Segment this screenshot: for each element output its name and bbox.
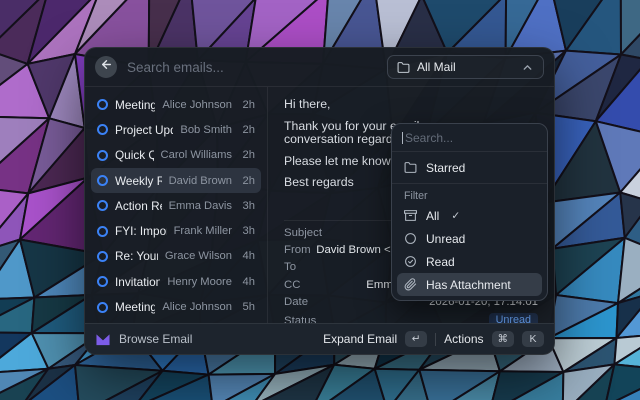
email-list-item[interactable]: Meeting Follo... Alice Johnson 2h: [91, 92, 261, 117]
email-subject: Meeting Follo...: [115, 300, 155, 314]
folder-icon: [397, 61, 410, 74]
detail-row-status: Status Unread: [284, 310, 538, 323]
email-list-item[interactable]: FYI: Important N... Frank Miller 3h: [91, 218, 261, 243]
menu-item-filter-read[interactable]: Read: [397, 250, 542, 273]
main-area: Meeting Follo... Alice Johnson 2h Projec…: [85, 87, 554, 323]
email-list-item[interactable]: Meeting Follo... Alice Johnson 5h: [91, 294, 261, 319]
actions-button[interactable]: Actions: [444, 332, 483, 346]
email-subject: FYI: Important N...: [115, 224, 167, 238]
unread-dot-icon: [97, 175, 108, 186]
email-sender: Alice Johnson: [162, 301, 232, 313]
email-list-item[interactable]: Invitation: Tea... Henry Moore 4h: [91, 269, 261, 294]
email-time: 3h: [239, 225, 255, 237]
email-time: 3h: [239, 200, 255, 212]
email-time: 2h: [239, 149, 255, 161]
app-label: Browse Email: [119, 332, 192, 346]
email-subject: Weekly Report: [115, 174, 162, 188]
menu-item-starred[interactable]: Starred: [397, 156, 542, 179]
detail-label: Subject: [284, 227, 322, 239]
email-sender: Grace Wilson: [165, 250, 232, 262]
menu-item-filter-has-attachment[interactable]: Has Attachment: [397, 273, 542, 296]
email-time: 4h: [239, 276, 255, 288]
email-sender: David Brown: [169, 175, 232, 187]
circle-icon: [404, 232, 417, 245]
detail-label: To: [284, 261, 296, 273]
footer-divider: [435, 333, 436, 346]
email-browser-window: Search emails... All Mail Meeting Follo.…: [84, 47, 555, 355]
unread-dot-icon: [97, 276, 108, 287]
enter-keycap: ↵: [405, 331, 427, 347]
mailbox-dropdown-button[interactable]: All Mail: [387, 55, 544, 79]
email-time: 5h: [239, 301, 255, 313]
footer-actions: Expand Email ↵ Actions ⌘ K: [323, 331, 544, 347]
paperclip-icon: [404, 278, 417, 291]
menu-item-label: All: [426, 209, 439, 223]
header-bar: Search emails... All Mail: [85, 48, 554, 87]
k-keycap: K: [522, 331, 544, 347]
dropdown-filter-section: Filter All ✓ Unread: [392, 184, 547, 300]
back-button[interactable]: [95, 56, 117, 78]
email-list-item-selected[interactable]: Weekly Report David Brown 2h: [91, 168, 261, 193]
preview-greeting: Hi there,: [284, 98, 538, 112]
mailbox-filter-dropdown: Search... Starred Filter All ✓: [391, 123, 548, 301]
email-list: Meeting Follo... Alice Johnson 2h Projec…: [85, 87, 268, 323]
unread-dot-icon: [97, 200, 108, 211]
cmd-keycap: ⌘: [492, 331, 515, 347]
menu-item-label: Has Attachment: [426, 278, 511, 292]
filter-heading: Filter: [397, 184, 542, 204]
email-time: 4h: [239, 250, 255, 262]
folder-icon: [404, 161, 417, 174]
email-subject: Action Required: [115, 199, 162, 213]
check-icon: ✓: [451, 210, 460, 222]
archive-icon: [404, 209, 417, 222]
unread-dot-icon: [97, 226, 108, 237]
search-input[interactable]: Search emails...: [127, 60, 377, 75]
text-caret: [402, 132, 403, 144]
menu-item-filter-all[interactable]: All ✓: [397, 204, 542, 227]
email-subject: Re: Your Requ...: [115, 249, 158, 263]
detail-label: From: [284, 244, 311, 256]
email-time: 2h: [239, 175, 255, 187]
footer-bar: Browse Email Expand Email ↵ Actions ⌘ K: [85, 323, 554, 354]
email-sender: Frank Miller: [174, 225, 232, 237]
mailbox-label: All Mail: [417, 60, 456, 74]
email-list-item[interactable]: Action Required Emma Davis 3h: [91, 193, 261, 218]
dropdown-search-placeholder: Search...: [405, 131, 453, 145]
dropdown-search-input[interactable]: Search...: [392, 124, 547, 152]
email-list-item[interactable]: Project Update Bob Smith 2h: [91, 117, 261, 142]
detail-label: CC: [284, 279, 300, 291]
unread-dot-icon: [97, 150, 108, 161]
email-subject: Quick Question: [115, 148, 154, 162]
detail-label: Date: [284, 296, 308, 308]
unread-dot-icon: [97, 302, 108, 313]
menu-item-label: Starred: [426, 161, 465, 175]
email-time: 2h: [239, 99, 255, 111]
dropdown-folders-section: Starred: [392, 152, 547, 184]
menu-item-filter-unread[interactable]: Unread: [397, 227, 542, 250]
email-sender: Carol Williams: [161, 149, 232, 161]
email-sender: Emma Davis: [169, 200, 232, 212]
email-sender: Henry Moore: [167, 276, 232, 288]
expand-email-button[interactable]: Expand Email: [323, 332, 397, 346]
detail-label: Status: [284, 315, 316, 323]
arrow-left-icon: [100, 58, 113, 76]
chevron-up-icon: [521, 61, 534, 74]
menu-item-label: Read: [426, 255, 455, 269]
email-sender: Alice Johnson: [162, 99, 232, 111]
app-logo-icon: [95, 332, 111, 346]
email-list-item[interactable]: Quick Question Carol Williams 2h: [91, 143, 261, 168]
unread-dot-icon: [97, 251, 108, 262]
unread-dot-icon: [97, 124, 108, 135]
email-sender: Bob Smith: [180, 124, 232, 136]
check-circle-icon: [404, 255, 417, 268]
email-time: 2h: [239, 124, 255, 136]
menu-item-label: Unread: [426, 232, 465, 246]
email-subject: Invitation: Tea...: [115, 275, 160, 289]
email-list-item[interactable]: Re: Your Requ... Grace Wilson 4h: [91, 244, 261, 269]
unread-dot-icon: [97, 99, 108, 110]
email-subject: Project Update: [115, 123, 173, 137]
status-badge: Unread: [489, 313, 538, 323]
email-subject: Meeting Follo...: [115, 98, 155, 112]
